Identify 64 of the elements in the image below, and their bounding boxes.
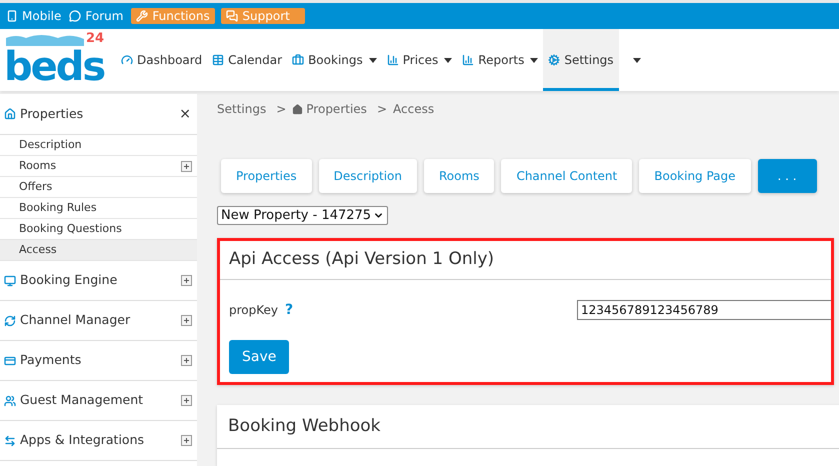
sidebar-item[interactable]: Description [0,135,197,156]
chat-bubbles-icon [226,10,238,22]
breadcrumb-link[interactable]: Settings [217,100,266,118]
sidebar-item[interactable]: Rooms [0,156,197,177]
property-select[interactable]: New Property - 147275 [217,206,388,226]
field-label: propKey [229,302,278,319]
briefcase-icon [292,54,304,66]
sidebar-item[interactable]: Access [0,240,197,261]
home-icon [4,108,16,120]
nav-item[interactable]: Settings [543,29,619,91]
tab[interactable]: Channel Content [501,159,632,193]
expand-icon[interactable] [181,355,192,366]
tab[interactable]: Properties [221,159,312,193]
sidebar-section[interactable]: Payments [0,341,197,381]
sidebar-section[interactable]: Apps & Integrations [0,421,197,461]
nav-item[interactable]: Bookings [287,29,382,91]
tab[interactable]: . . . [758,159,817,193]
logo-wordmark: beds [4,47,104,87]
breadcrumb-separator: > [276,101,286,118]
caret-icon [632,58,641,62]
propkey-field[interactable]: 123456789123456789 [577,300,831,320]
top-link[interactable]: Mobile [6,8,64,24]
nav-item[interactable]: Reports [457,29,544,91]
help-link[interactable]: ? [285,300,294,320]
nav-item[interactable]: Calendar [207,29,288,91]
breadcrumb-separator: > [376,101,387,118]
tab[interactable]: Booking Page [639,159,751,193]
gauge-icon [121,54,133,66]
monitor-icon [4,274,16,286]
nav-item[interactable]: Prices [382,29,458,91]
expand-icon[interactable] [181,395,192,406]
credit-card-icon [4,354,16,366]
sidebar-item[interactable]: Offers [0,177,197,198]
sidebar-section[interactable]: Guest Management [0,381,197,421]
phone-icon [6,10,18,22]
expand-icon[interactable] [181,275,192,286]
tab[interactable]: Description [318,159,417,193]
top-link[interactable]: Forum [69,8,126,24]
save-button[interactable]: Save [229,340,290,374]
cloud-icon [6,34,84,46]
expand-icon[interactable] [181,315,192,326]
nav-item[interactable]: Dashboard [116,29,208,91]
tab[interactable]: Rooms [424,159,494,193]
breadcrumb-link[interactable]: Access [393,100,434,118]
sidebar-section[interactable]: Channel Manager [0,301,197,341]
breadcrumb-link[interactable]: Properties [306,100,367,118]
expand-icon[interactable] [181,435,192,446]
logo-superscript: 24 [86,32,104,46]
arrows-icon [4,434,16,446]
gear-icon [548,54,560,66]
sidebar-item[interactable]: Booking Rules [0,198,197,219]
close-button[interactable]: × [179,104,191,124]
sidebar-section[interactable]: Properties × [0,94,197,135]
refresh-icon [4,314,16,326]
card-title: Booking Webhook [217,405,839,449]
grid-icon [212,54,224,66]
chat-bubble-icon [69,10,82,22]
sidebar-section[interactable]: Booking Engine [0,261,197,301]
users-icon [4,394,16,406]
expand-icon[interactable] [181,160,192,172]
bar-chart-icon [462,54,474,66]
wrench-icon [136,10,148,22]
card-title: Api Access (Api Version 1 Only) [220,241,831,280]
bar-chart-icon [386,54,399,66]
